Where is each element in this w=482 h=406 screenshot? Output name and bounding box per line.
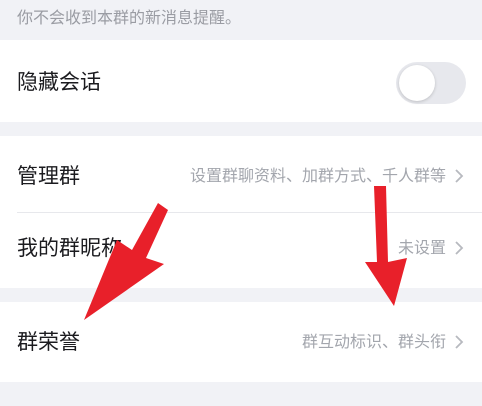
manage-group-label: 管理群 (17, 164, 80, 188)
manage-group-value: 设置群聊资料、加群方式、千人群等 (189, 166, 446, 185)
manage-group-row[interactable]: 管理群 设置群聊资料、加群方式、千人群等 (0, 136, 482, 216)
hide-chat-toggle[interactable] (396, 62, 466, 104)
nickname-label: 我的群昵称 (17, 236, 122, 260)
group-honor-card: 群荣誉 群互动标识、群头衔 (0, 302, 482, 382)
chevron-right-icon (455, 169, 464, 183)
nickname-row[interactable]: 我的群昵称 未设置 (0, 208, 482, 288)
group-honor-row[interactable]: 群荣誉 群互动标识、群头衔 (0, 302, 482, 382)
chevron-right-icon (455, 241, 464, 255)
hide-chat-row: 隐藏会话 (0, 42, 482, 122)
group-honor-value: 群互动标识、群头衔 (301, 332, 446, 351)
chevron-right-icon (455, 335, 464, 349)
hide-chat-label: 隐藏会话 (17, 70, 101, 94)
group-settings-card: 管理群 设置群聊资料、加群方式、千人群等 我的群昵称 未设置 (0, 136, 482, 288)
hide-chat-card: 隐藏会话 (0, 40, 482, 122)
group-honor-label: 群荣誉 (17, 330, 80, 354)
notification-hint: 你不会收到本群的新消息提醒。 (17, 8, 242, 27)
nickname-value: 未设置 (397, 238, 446, 257)
toggle-knob (399, 65, 435, 101)
